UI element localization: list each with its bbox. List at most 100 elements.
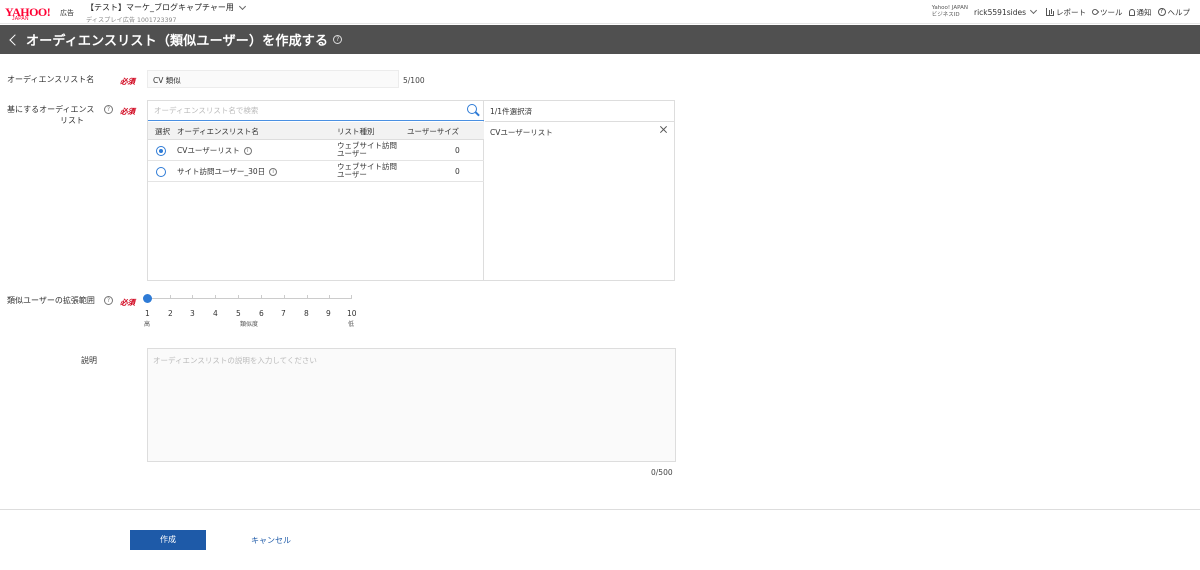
help-icon[interactable]: ? [104,296,113,305]
radio-selected[interactable] [156,146,166,156]
tick-label: 3 [190,309,195,318]
description-label: 説明 [81,356,97,365]
account-name: 【テスト】マーケ_ブログキャプチャー用 [86,3,234,12]
row-type-line2: ユーザー [337,149,367,158]
expansion-slider-thumb[interactable] [143,294,152,303]
business-id: Yahoo! JAPAN ビジネスID [932,5,968,19]
nav-help[interactable]: ? ヘルプ [1157,7,1191,18]
slider-tick [351,295,352,299]
logo-sub: JAPAN [12,16,29,22]
required-badge: 必須 [120,107,135,116]
slider-tick [329,295,330,299]
expansion-label: 類似ユーザーの拡張範囲 [7,296,95,305]
create-button[interactable]: 作成 [130,530,206,550]
radio-unselected[interactable] [156,167,166,177]
description-textarea[interactable] [147,348,676,462]
tick-label: 4 [213,309,218,318]
col-name: オーディエンスリスト名 [177,127,259,136]
slider-tick [307,295,308,299]
page-title: オーディエンスリスト（類似ユーザー）を作成する [26,34,329,49]
cancel-link[interactable]: キャンセル [251,535,291,546]
info-icon[interactable]: i [269,168,278,176]
nav-report-label: レポート [1056,7,1086,17]
help-icon[interactable]: ? [104,105,113,114]
nav-notifications-label: 通知 [1136,7,1152,17]
account-name-row: 【テスト】マーケ_ブログキャプチャー用 [86,2,246,13]
tick-label: 5 [236,309,241,318]
close-icon[interactable] [659,125,668,134]
slider-tick [261,295,262,299]
nav-report[interactable]: レポート [1046,7,1086,18]
col-size: ユーザーサイズ [407,127,459,136]
bell-icon [1128,8,1135,16]
info-icon[interactable]: i [243,147,252,155]
slider-tick [170,295,171,299]
top-nav: Yahoo! JAPAN ビジネスID rick5591sides レポート ツ… [932,2,1190,22]
search-box [148,101,484,121]
selected-count: 1/1件選択済 [490,107,533,116]
description-counter: 0/500 [651,468,673,477]
help-icon: ? [1157,8,1166,16]
top-bar: YAHOO! JAPAN 広告 【テスト】マーケ_ブログキャプチャー用 ディスプ… [0,0,1200,24]
row-type: ウェブサイト訪問 ユーザー [337,163,397,179]
base-list-label-line2: リスト [60,116,84,125]
back-chevron-icon[interactable] [9,33,21,46]
help-icon[interactable]: ? [333,35,343,44]
search-icon[interactable] [467,104,478,115]
col-select: 選択 [155,127,170,136]
tick-label: 1 [145,309,150,318]
row-size: 0 [455,167,460,176]
required-badge: 必須 [120,298,135,307]
scale-low-label: 低 [348,321,355,328]
wrench-icon [1090,7,1100,17]
tick-label: 8 [304,309,309,318]
required-badge: 必須 [120,77,135,86]
business-id-line1: Yahoo! JAPAN [931,5,968,11]
selected-list-panel: 1/1件選択済 CVユーザーリスト [485,101,674,280]
row-name: CVユーザーリスト [177,146,240,155]
user-menu[interactable]: rick5591sides [974,6,1038,17]
table-header: 選択 オーディエンスリスト名 リスト種別 ユーザーサイズ [148,122,484,140]
tick-label: 7 [281,309,286,318]
nav-help-label: ヘルプ [1167,7,1191,17]
scale-mid-label: 類似度 [240,321,259,328]
col-type: リスト種別 [337,127,375,136]
name-counter: 5/100 [403,76,425,85]
row-name-cell: CVユーザーリスト i [177,147,252,155]
chevron-down-icon [238,2,246,10]
row-name-cell: サイト訪問ユーザー_30日 i [177,167,278,176]
name-label: オーディエンスリスト名 [7,75,95,84]
business-id-line2: ビジネスID [931,12,960,18]
expansion-slider-track[interactable] [147,298,352,299]
nav-tools[interactable]: ツール [1090,7,1123,18]
logo-ad-label: 広告 [60,9,74,17]
selected-item: CVユーザーリスト [490,128,553,137]
username: rick5591sides [974,7,1026,17]
chevron-down-icon [1029,6,1038,15]
footer-divider [0,509,1200,510]
table-row[interactable]: サイト訪問ユーザー_30日 i ウェブサイト訪問 ユーザー 0 [148,162,484,182]
slider-tick [192,295,193,299]
account-switcher[interactable]: 【テスト】マーケ_ブログキャプチャー用 ディスプレイ広告 1001723397 [86,2,246,24]
row-name: サイト訪問ユーザー_30日 [177,167,266,176]
audience-name-input[interactable]: CV 類似 [147,70,399,88]
yahoo-ads-logo[interactable]: YAHOO! JAPAN 広告 [5,5,75,22]
divider [485,121,674,122]
slider-tick [215,295,216,299]
tick-label: 9 [326,309,331,318]
table-row[interactable]: CVユーザーリスト i ウェブサイト訪問 ユーザー 0 [148,141,484,161]
base-list-label: 基にするオーディエンス リスト [7,104,94,126]
title-bar: オーディエンスリスト（類似ユーザー）を作成する ? [0,25,1200,54]
base-list-label-line1: 基にするオーディエンス [7,105,95,114]
row-type-line2: ユーザー [337,170,367,179]
search-input[interactable] [148,101,448,119]
audience-list-selector: 選択 オーディエンスリスト名 リスト種別 ユーザーサイズ CVユーザーリストi … [147,100,675,281]
nav-notifications[interactable]: 通知 [1128,7,1152,18]
scale-high-label: 高 [144,321,151,328]
row-size: 0 [455,146,460,155]
tick-label: 10 [347,309,357,318]
account-id: ディスプレイ広告 1001723397 [86,17,177,24]
slider-tick [238,295,239,299]
slider-tick [284,295,285,299]
nav-tools-label: ツール [1100,7,1123,17]
